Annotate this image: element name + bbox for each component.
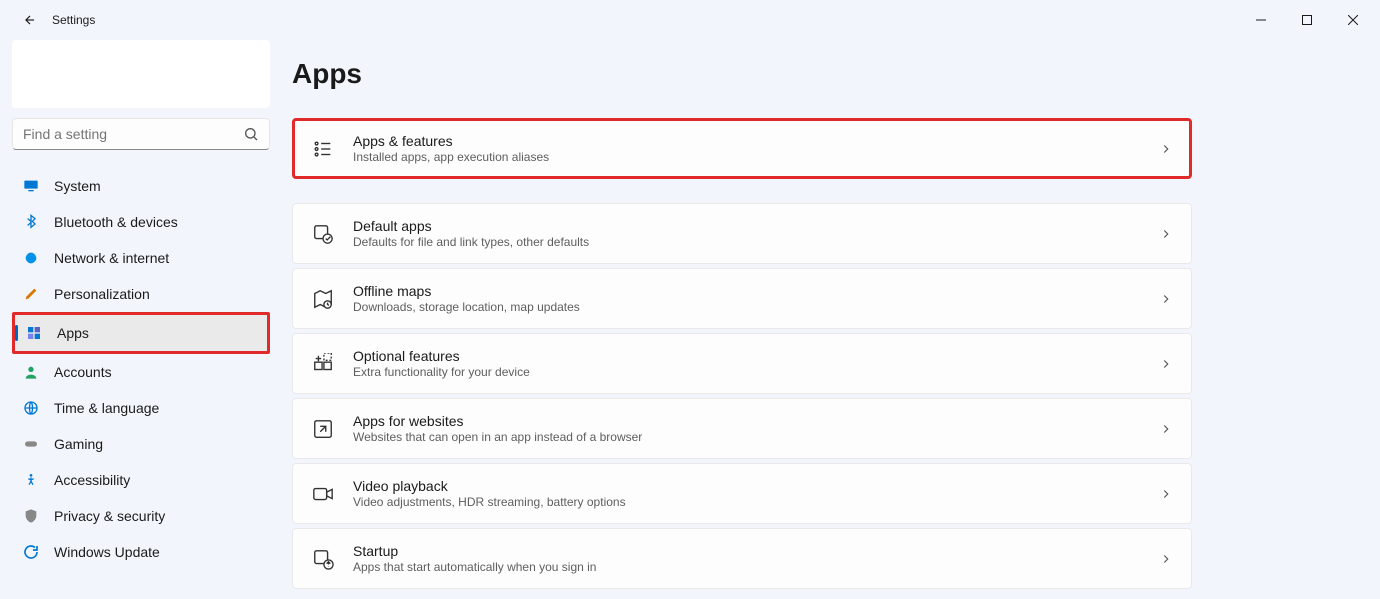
card-title: Video playback bbox=[353, 478, 1159, 494]
search-icon bbox=[243, 126, 259, 142]
sidebar-item-label: Bluetooth & devices bbox=[54, 214, 178, 230]
card-apps-features[interactable]: Apps & features Installed apps, app exec… bbox=[292, 118, 1192, 179]
card-subtitle: Video adjustments, HDR streaming, batter… bbox=[353, 495, 1159, 509]
sidebar-item-accessibility[interactable]: Accessibility bbox=[12, 462, 270, 498]
window-title: Settings bbox=[52, 13, 95, 27]
person-icon bbox=[22, 363, 40, 381]
sidebar-item-label: Privacy & security bbox=[54, 508, 165, 524]
card-video-playback[interactable]: Video playback Video adjustments, HDR st… bbox=[292, 463, 1192, 524]
sidebar-item-apps[interactable]: Apps bbox=[15, 315, 267, 351]
chevron-right-icon bbox=[1159, 487, 1173, 501]
gamepad-icon bbox=[22, 435, 40, 453]
monitor-icon bbox=[22, 177, 40, 195]
card-subtitle: Apps that start automatically when you s… bbox=[353, 560, 1159, 574]
apps-websites-icon bbox=[311, 417, 335, 441]
card-apps-websites[interactable]: Apps for websites Websites that can open… bbox=[292, 398, 1192, 459]
shield-icon bbox=[22, 507, 40, 525]
chevron-right-icon bbox=[1159, 227, 1173, 241]
card-startup[interactable]: Startup Apps that start automatically wh… bbox=[292, 528, 1192, 589]
sidebar-item-accounts[interactable]: Accounts bbox=[12, 354, 270, 390]
sidebar: System Bluetooth & devices Network & int… bbox=[0, 40, 282, 599]
sidebar-item-label: Time & language bbox=[54, 400, 159, 416]
window-controls bbox=[1238, 4, 1376, 36]
brush-icon bbox=[22, 285, 40, 303]
back-button[interactable] bbox=[14, 4, 46, 36]
card-optional-features[interactable]: Optional features Extra functionality fo… bbox=[292, 333, 1192, 394]
card-title: Startup bbox=[353, 543, 1159, 559]
sidebar-item-gaming[interactable]: Gaming bbox=[12, 426, 270, 462]
chevron-right-icon bbox=[1159, 292, 1173, 306]
chevron-right-icon bbox=[1159, 142, 1173, 156]
card-subtitle: Installed apps, app execution aliases bbox=[353, 150, 1159, 164]
sidebar-item-privacy[interactable]: Privacy & security bbox=[12, 498, 270, 534]
sidebar-item-label: Personalization bbox=[54, 286, 150, 302]
sidebar-item-label: Gaming bbox=[54, 436, 103, 452]
card-subtitle: Defaults for file and link types, other … bbox=[353, 235, 1159, 249]
close-button[interactable] bbox=[1330, 4, 1376, 36]
apps-features-icon bbox=[311, 137, 335, 161]
search-box[interactable] bbox=[12, 118, 270, 150]
titlebar: Settings bbox=[0, 0, 1380, 40]
search-input[interactable] bbox=[23, 126, 233, 142]
card-title: Offline maps bbox=[353, 283, 1159, 299]
card-subtitle: Extra functionality for your device bbox=[353, 365, 1159, 379]
sidebar-item-label: Network & internet bbox=[54, 250, 169, 266]
nav-list: System Bluetooth & devices Network & int… bbox=[12, 168, 270, 570]
sidebar-item-bluetooth[interactable]: Bluetooth & devices bbox=[12, 204, 270, 240]
sidebar-item-apps-highlight: Apps bbox=[12, 312, 270, 354]
settings-card-list: Apps & features Installed apps, app exec… bbox=[292, 118, 1360, 589]
card-subtitle: Websites that can open in an app instead… bbox=[353, 430, 1159, 444]
sidebar-item-windows-update[interactable]: Windows Update bbox=[12, 534, 270, 570]
video-icon bbox=[311, 482, 335, 506]
card-title: Apps & features bbox=[353, 133, 1159, 149]
card-subtitle: Downloads, storage location, map updates bbox=[353, 300, 1159, 314]
bluetooth-icon bbox=[22, 213, 40, 231]
startup-icon bbox=[311, 547, 335, 571]
sidebar-item-network[interactable]: Network & internet bbox=[12, 240, 270, 276]
card-title: Optional features bbox=[353, 348, 1159, 364]
update-icon bbox=[22, 543, 40, 561]
sidebar-item-personalization[interactable]: Personalization bbox=[12, 276, 270, 312]
card-offline-maps[interactable]: Offline maps Downloads, storage location… bbox=[292, 268, 1192, 329]
chevron-right-icon bbox=[1159, 422, 1173, 436]
default-apps-icon bbox=[311, 222, 335, 246]
card-default-apps[interactable]: Default apps Defaults for file and link … bbox=[292, 203, 1192, 264]
page-title: Apps bbox=[292, 58, 1360, 90]
card-title: Default apps bbox=[353, 218, 1159, 234]
sidebar-item-label: Apps bbox=[57, 325, 89, 341]
sidebar-item-system[interactable]: System bbox=[12, 168, 270, 204]
globe-icon bbox=[22, 399, 40, 417]
sidebar-item-label: System bbox=[54, 178, 101, 194]
sidebar-item-label: Accounts bbox=[54, 364, 112, 380]
minimize-button[interactable] bbox=[1238, 4, 1284, 36]
maximize-button[interactable] bbox=[1284, 4, 1330, 36]
map-icon bbox=[311, 287, 335, 311]
wifi-icon bbox=[22, 249, 40, 267]
sidebar-item-label: Accessibility bbox=[54, 472, 130, 488]
accessibility-icon bbox=[22, 471, 40, 489]
apps-icon bbox=[25, 324, 43, 342]
chevron-right-icon bbox=[1159, 357, 1173, 371]
optional-features-icon bbox=[311, 352, 335, 376]
sidebar-item-time-language[interactable]: Time & language bbox=[12, 390, 270, 426]
chevron-right-icon bbox=[1159, 552, 1173, 566]
main-content: Apps Apps & features Installed apps, app… bbox=[282, 40, 1380, 599]
sidebar-item-label: Windows Update bbox=[54, 544, 160, 560]
card-title: Apps for websites bbox=[353, 413, 1159, 429]
profile-card[interactable] bbox=[12, 40, 270, 108]
